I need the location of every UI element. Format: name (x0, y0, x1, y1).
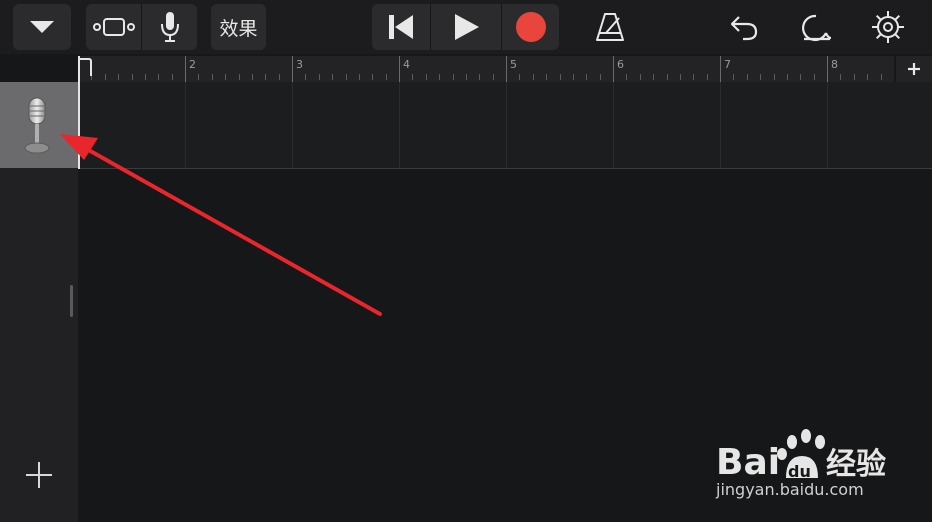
watermark-url: jingyan.baidu.com (716, 480, 864, 499)
svg-text:经验: 经验 (826, 447, 886, 482)
svg-text:Bai: Bai (716, 442, 780, 483)
svg-text:du: du (788, 462, 811, 481)
